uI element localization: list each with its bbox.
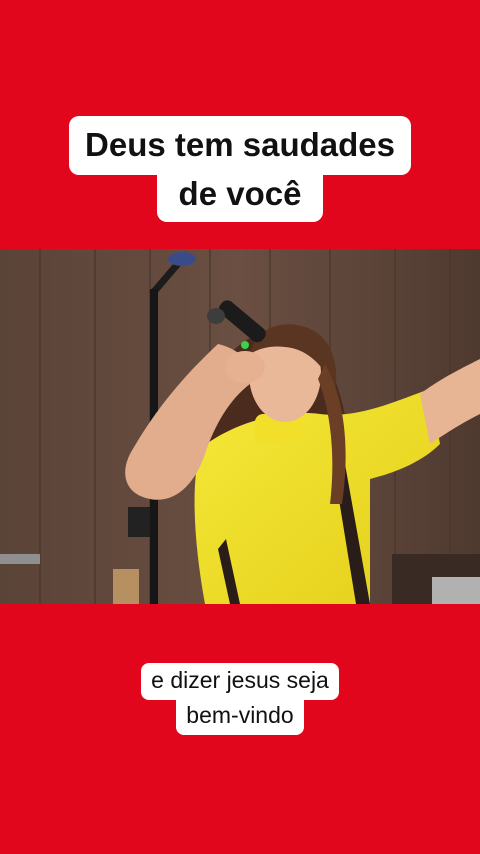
title-caption-line-2: de você	[156, 173, 324, 222]
title-caption: Deus tem saudades de você	[0, 116, 480, 222]
subtitle-caption: e dizer jesus seja bem-vindo	[0, 663, 480, 735]
title-caption-line-1: Deus tem saudades	[69, 116, 411, 175]
subtitle-caption-line-2: bem-vindo	[176, 698, 304, 735]
video-frame[interactable]	[0, 249, 480, 604]
video-post-screen: Deus tem saudades de você e dizer jesus …	[0, 0, 480, 854]
subtitle-caption-line-1: e dizer jesus seja	[141, 663, 339, 700]
singer-performance-image	[0, 249, 480, 604]
